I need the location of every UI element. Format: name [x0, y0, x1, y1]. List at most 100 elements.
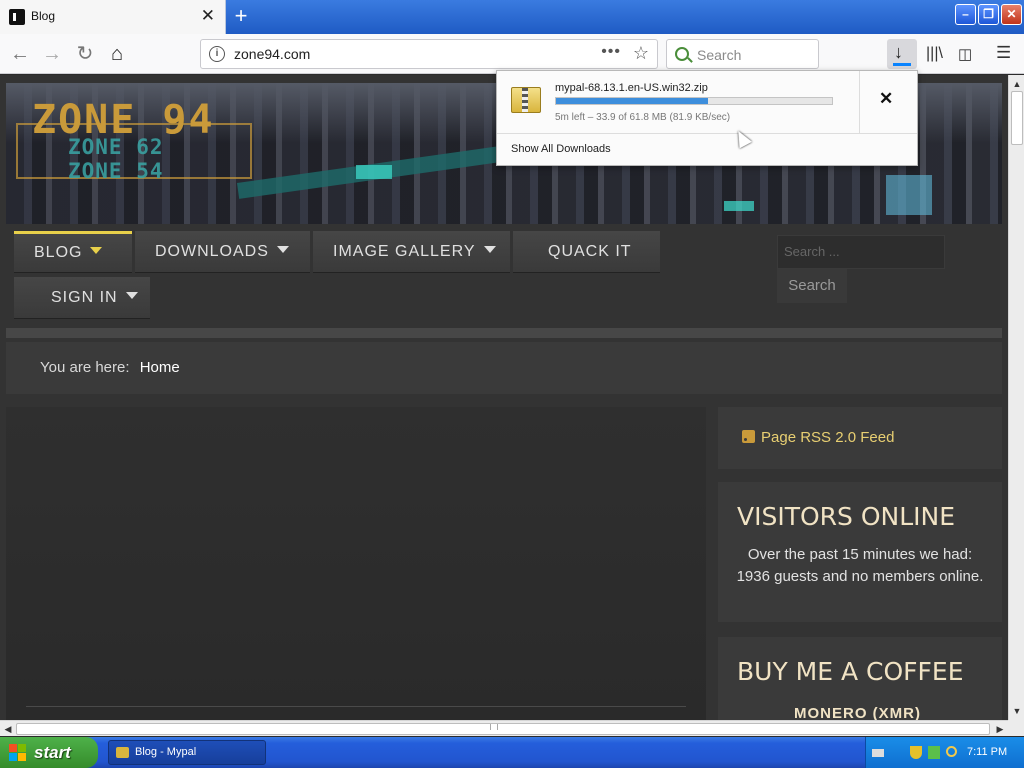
menu-item-label: QUACK IT	[548, 243, 632, 260]
logo-sub-2: ZONE 54	[68, 159, 164, 183]
dropdown-caret-icon	[90, 247, 103, 254]
download-arrow-icon: ↓	[894, 42, 903, 62]
scroll-grip	[490, 724, 498, 730]
search-placeholder: Search	[697, 47, 742, 63]
panel-divider	[497, 133, 917, 134]
logo-sub-1: ZONE 62	[68, 135, 164, 159]
minimize-button[interactable]: –	[955, 4, 976, 25]
breadcrumb-home[interactable]: Home	[140, 359, 180, 376]
flag-tile	[18, 753, 26, 761]
taskbar: start Blog - Mypal 7:11 PM	[0, 737, 1024, 768]
window-controls: – ❐ ✕	[955, 4, 1022, 25]
banner-light	[356, 165, 392, 179]
sidebar-icon[interactable]: ◫	[958, 45, 972, 63]
network-icon[interactable]	[928, 746, 940, 759]
download-filename[interactable]: mypal-68.13.1.en-US.win32.zip	[555, 82, 708, 94]
flag-tile	[18, 744, 26, 752]
menu-item-quack-it[interactable]: QUACK IT	[513, 231, 660, 273]
restore-button[interactable]: ❐	[978, 4, 999, 25]
coffee-subtitle: MONERO (XMR)	[794, 705, 921, 720]
menu-item-label: SIGN IN	[51, 289, 118, 306]
widget-title: BUY ME A COFFEE	[737, 657, 964, 686]
cancel-download-icon[interactable]: ✕	[879, 89, 893, 109]
downloads-panel: mypal-68.13.1.en-US.win32.zip 5m left – …	[496, 70, 918, 166]
start-button[interactable]: start	[0, 737, 98, 768]
visitors-widget: VISITORS ONLINE Over the past 15 minutes…	[718, 482, 1002, 622]
scroll-thumb[interactable]	[1011, 91, 1023, 145]
taskbar-item-label: Blog - Mypal	[135, 746, 197, 758]
system-tray: 7:11 PM	[865, 737, 1024, 768]
home-icon[interactable]: ⌂	[103, 40, 131, 68]
hamburger-menu-icon[interactable]: ☰	[996, 43, 1011, 63]
rss-link[interactable]: Page RSS 2.0 Feed	[761, 429, 894, 446]
section-divider	[6, 328, 1002, 338]
library-icon[interactable]: |||\	[926, 45, 943, 63]
banner-light	[886, 175, 932, 215]
bookmark-star-icon[interactable]: ☆	[633, 43, 649, 64]
app-icon	[116, 747, 129, 758]
close-tab-icon[interactable]: ✕	[201, 6, 215, 26]
content-rule	[26, 706, 686, 707]
start-label: start	[34, 743, 71, 762]
new-tab-button[interactable]: +	[229, 3, 253, 29]
close-window-button[interactable]: ✕	[1001, 4, 1022, 25]
clock: 7:11 PM	[967, 746, 1008, 758]
menu-item-downloads[interactable]: DOWNLOADS	[135, 231, 310, 273]
menu-item-blog[interactable]: BLOG	[14, 231, 132, 273]
horizontal-scrollbar[interactable]: ◀ ▶	[0, 720, 1008, 736]
scroll-up-icon[interactable]: ▲	[1010, 77, 1024, 91]
web-page: ZONE 94 ZONE 62 ZONE 54 BLOG DOWNLOADS I…	[0, 75, 1008, 720]
scroll-thumb[interactable]	[16, 723, 990, 735]
windows-flag-icon	[9, 744, 27, 762]
taskbar-window-item[interactable]: Blog - Mypal	[108, 740, 266, 765]
menu-item-sign-in[interactable]: SIGN IN	[14, 277, 150, 319]
panel-separator	[859, 71, 860, 133]
security-shield-icon[interactable]	[910, 746, 922, 759]
site-info-icon[interactable]: i	[209, 46, 225, 62]
forward-arrow-icon[interactable]: →	[38, 40, 66, 68]
search-tray-icon[interactable]	[946, 746, 957, 757]
site-search-button[interactable]: Search	[777, 269, 847, 303]
site-search-input[interactable]: Search ...	[777, 235, 945, 269]
download-status: 5m left – 33.9 of 61.8 MB (81.9 KB/sec)	[555, 112, 731, 123]
menu-item-label: BLOG	[34, 244, 83, 261]
scrollbar-corner	[1008, 720, 1024, 736]
tab-strip: Blog ✕ + – ❐ ✕	[0, 0, 1024, 34]
flag-tile	[9, 744, 17, 752]
rss-icon	[742, 430, 755, 443]
back-arrow-icon[interactable]: ←	[6, 40, 34, 68]
visitors-text: Over the past 15 minutes we had: 1936 gu…	[736, 546, 984, 585]
menu-item-image-gallery[interactable]: IMAGE GALLERY	[313, 231, 510, 273]
tab-title: Blog	[31, 9, 56, 23]
widget-title: VISITORS ONLINE	[737, 502, 956, 531]
scroll-right-icon[interactable]: ▶	[993, 722, 1007, 736]
download-progress-indicator	[893, 63, 911, 66]
menu-item-label: IMAGE GALLERY	[333, 243, 476, 260]
menu-item-label: DOWNLOADS	[155, 243, 269, 260]
flag-tile	[9, 753, 17, 761]
show-all-downloads-button[interactable]: Show All Downloads	[511, 143, 611, 155]
breadcrumb-prefix: You are here:	[40, 359, 130, 376]
download-progress-bar	[555, 97, 833, 105]
rss-box: Page RSS 2.0 Feed	[718, 407, 1002, 469]
screen: Blog ✕ + – ❐ ✕ ← → ↻ ⌂ i zone94.com ••• …	[0, 0, 1024, 768]
site-favicon-icon	[9, 9, 25, 25]
main-content	[6, 407, 706, 720]
downloads-button[interactable]: ↓	[887, 39, 917, 69]
reload-icon[interactable]: ↻	[71, 40, 99, 68]
browser-search-input[interactable]: Search	[666, 39, 819, 69]
page-actions-icon[interactable]: •••	[601, 43, 621, 61]
scroll-left-icon[interactable]: ◀	[1, 722, 15, 736]
url-text: zone94.com	[234, 46, 311, 62]
scroll-down-icon[interactable]: ▼	[1010, 704, 1024, 718]
vertical-scrollbar[interactable]: ▲ ▼	[1008, 75, 1024, 720]
keyboard-icon[interactable]	[872, 749, 884, 757]
breadcrumb: You are here: Home	[6, 342, 1002, 394]
tab-blog[interactable]: Blog ✕	[0, 0, 226, 34]
download-progress-fill	[556, 98, 708, 104]
coffee-widget: BUY ME A COFFEE MONERO (XMR)	[718, 637, 1002, 720]
url-bar[interactable]: i zone94.com ••• ☆	[200, 39, 658, 69]
dropdown-caret-icon	[483, 246, 496, 253]
dropdown-caret-icon	[276, 246, 289, 253]
search-engine-icon	[675, 47, 689, 61]
